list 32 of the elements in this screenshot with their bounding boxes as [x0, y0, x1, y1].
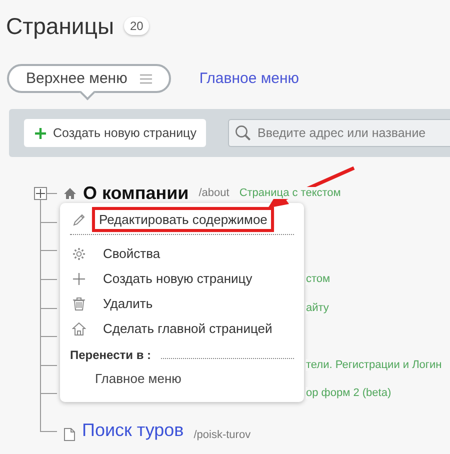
plus-icon [72, 272, 86, 286]
page-type-label: стом [306, 273, 330, 286]
page-title-link[interactable]: Поиск туров [82, 420, 184, 441]
plus-icon [35, 128, 46, 138]
home-icon [72, 322, 86, 336]
home-icon [64, 188, 76, 199]
menu-tab[interactable]: Главное меню [199, 70, 300, 87]
create-page-button[interactable]: Создать новую страницу [24, 119, 206, 147]
menu-item[interactable]: Удалить [99, 294, 157, 313]
trash-icon [72, 296, 86, 310]
page-path: /about [198, 187, 230, 200]
page-type-label: ор форм 2 (beta) [306, 387, 392, 400]
page-title: Страницы [6, 12, 114, 40]
settings-icon [72, 246, 86, 260]
page-type-label: Страница с текстом [239, 187, 341, 200]
menu-item[interactable]: Редактировать содержимое [95, 210, 272, 229]
page-type-label: тели. Регистрации и Логин [306, 358, 442, 371]
page-type-label: айту [306, 302, 329, 314]
page-count-badge: 20 [124, 17, 150, 35]
menu-item[interactable]: Свойства [99, 244, 164, 263]
search-field[interactable]: Введите адрес или название [228, 119, 450, 147]
expand-toggle[interactable] [34, 187, 47, 200]
page-path: /poisk-turov [194, 428, 251, 441]
page-title-link[interactable]: О компании [83, 182, 189, 204]
menu-item[interactable]: Создать новую страницу [99, 269, 256, 288]
pencil-icon [72, 212, 86, 226]
menu-icon [139, 74, 154, 84]
move-target-item[interactable]: Главное меню [70, 366, 294, 386]
menu-item[interactable]: Сделать главной страницей [99, 319, 276, 338]
search-icon [235, 125, 252, 141]
move-to-label: Перенести в : [70, 348, 152, 362]
document-icon [64, 428, 75, 441]
